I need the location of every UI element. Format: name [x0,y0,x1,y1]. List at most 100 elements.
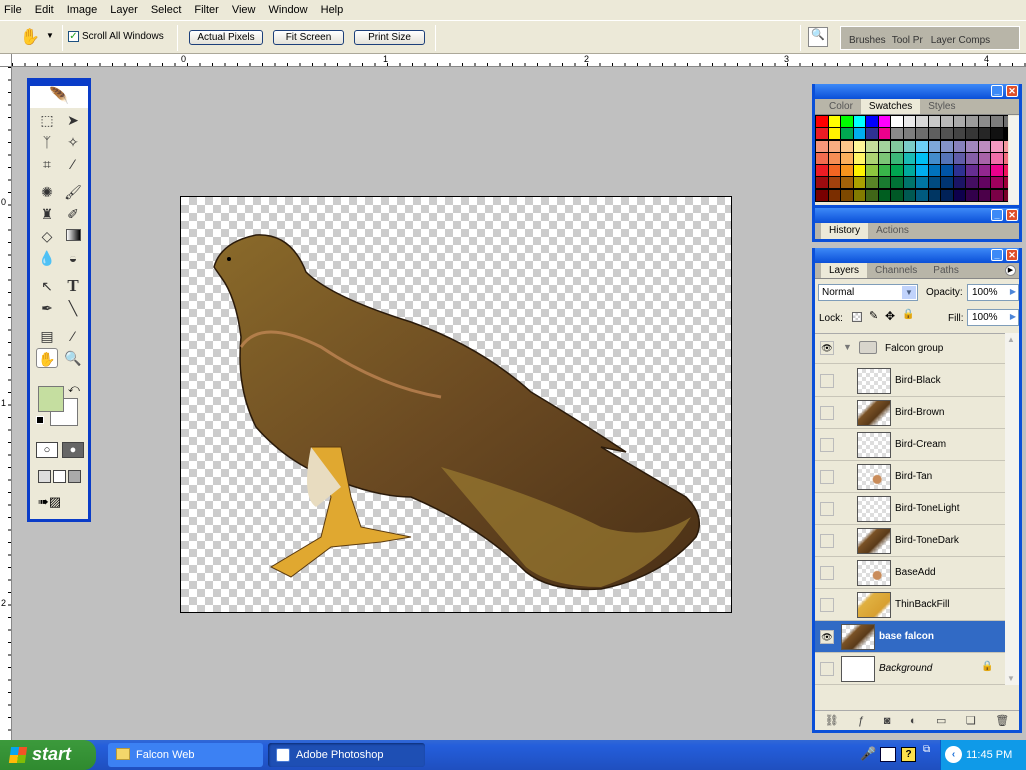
swatch[interactable] [953,189,965,201]
visibility-eye-icon[interactable] [820,598,834,612]
swatch[interactable] [878,165,890,177]
swatch[interactable] [928,128,940,140]
document-canvas[interactable] [180,196,732,613]
help-icon[interactable]: ? [901,747,916,762]
swatch[interactable] [978,177,990,189]
layer-row[interactable]: Bird-Tan [815,461,1005,493]
trash-icon[interactable]: 🗑 [995,714,1009,727]
opacity-slider-arrow-icon[interactable]: ▶ [1010,287,1016,296]
swatch[interactable] [941,152,953,164]
swatch[interactable] [966,140,978,152]
swatch[interactable] [978,189,990,201]
swatch[interactable] [966,152,978,164]
swatch[interactable] [953,128,965,140]
swatch[interactable] [953,177,965,189]
swatch[interactable] [878,189,890,201]
menu-filter[interactable]: Filter [194,4,218,16]
language-bar-icon[interactable] [880,747,896,762]
line-tool-icon[interactable]: ╲ [62,298,84,318]
swatch[interactable] [878,140,890,152]
type-tool-icon[interactable]: T [62,276,84,296]
file-browser-icon[interactable]: 🔍 [808,27,828,47]
crop-tool-icon[interactable]: ⌗ [36,154,58,174]
well-tab-brushes[interactable]: Brushes [849,35,886,49]
swatch[interactable] [903,165,915,177]
lock-position-icon[interactable]: ✥ [885,309,895,323]
swatch[interactable] [841,152,853,164]
menu-layer[interactable]: Layer [110,4,138,16]
lock-transparency-icon[interactable] [852,312,862,322]
tab-swatches[interactable]: Swatches [860,99,921,114]
swatch[interactable] [978,140,990,152]
swap-colors-icon[interactable]: ⤺ [68,383,80,396]
swatch[interactable] [966,128,978,140]
swatch[interactable] [903,177,915,189]
swatch[interactable] [891,177,903,189]
swatch[interactable] [941,189,953,201]
blur-tool-icon[interactable]: 💧 [36,248,58,268]
brush-tool-icon[interactable]: 🖌 [62,182,84,202]
minimize-button[interactable]: _ [991,249,1003,261]
clone-stamp-icon[interactable]: ♜ [36,204,58,224]
swatch[interactable] [853,177,865,189]
swatch[interactable] [853,165,865,177]
swatch[interactable] [878,177,890,189]
well-tab-layer-comps[interactable]: Layer Comps [931,35,990,49]
swatch[interactable] [816,165,828,177]
swatch[interactable] [916,128,928,140]
swatch[interactable] [816,177,828,189]
start-button[interactable]: start [0,740,96,770]
swatch[interactable] [966,165,978,177]
menu-edit[interactable]: Edit [35,4,54,16]
screen-mode-full-icon[interactable] [68,470,81,483]
fill-slider-arrow-icon[interactable]: ▶ [1010,312,1016,321]
scroll-all-windows-checkbox[interactable]: ✓ [68,31,79,42]
swatch[interactable] [953,165,965,177]
screen-mode-standard-icon[interactable] [38,470,51,483]
swatch[interactable] [1003,189,1008,201]
swatch[interactable] [941,116,953,127]
swatch[interactable] [978,165,990,177]
close-button[interactable]: ✕ [1006,209,1018,221]
swatch[interactable] [828,177,840,189]
swatch[interactable] [903,140,915,152]
close-button[interactable]: ✕ [1006,85,1018,97]
layer-row[interactable]: Bird-Cream [815,429,1005,461]
swatch[interactable] [1003,140,1008,152]
swatch[interactable] [991,128,1003,140]
expand-triangle-icon[interactable]: ▼ [843,342,852,352]
jump-to-imageready-icon[interactable]: ➠▨ [38,494,80,512]
layer-row[interactable]: Bird-ToneLight [815,493,1005,525]
layer-row[interactable]: ThinBackFill [815,589,1005,621]
swatch[interactable] [916,152,928,164]
taskbar-item-adobe-photoshop[interactable]: Adobe Photoshop [268,743,425,767]
swatch[interactable] [853,189,865,201]
gradient-tool-icon[interactable] [62,226,84,246]
swatch[interactable] [903,189,915,201]
swatch[interactable] [941,128,953,140]
swatch[interactable] [966,177,978,189]
swatch[interactable] [916,140,928,152]
swatch[interactable] [941,140,953,152]
swatch[interactable] [816,152,828,164]
swatch[interactable] [1003,128,1008,140]
swatch[interactable] [928,140,940,152]
swatch[interactable] [928,152,940,164]
lasso-tool-icon[interactable]: ᛉ [36,132,58,152]
layer-mask-icon[interactable]: ◙ [884,715,891,727]
tab-actions[interactable]: Actions [868,223,917,239]
swatch[interactable] [841,128,853,140]
swatch[interactable] [816,189,828,201]
dodge-tool-icon[interactable]: ◒ [62,248,84,268]
swatch[interactable] [991,152,1003,164]
swatch[interactable] [816,128,828,140]
fit-screen-button[interactable]: Fit Screen [273,30,344,45]
swatch[interactable] [878,128,890,140]
visibility-eye-icon[interactable] [820,534,834,548]
visibility-eye-icon[interactable] [820,662,834,676]
swatch[interactable] [841,189,853,201]
swatch[interactable] [866,177,878,189]
magic-wand-icon[interactable]: ✧ [62,132,84,152]
menu-help[interactable]: Help [321,4,344,16]
ruler-origin[interactable] [0,54,12,67]
